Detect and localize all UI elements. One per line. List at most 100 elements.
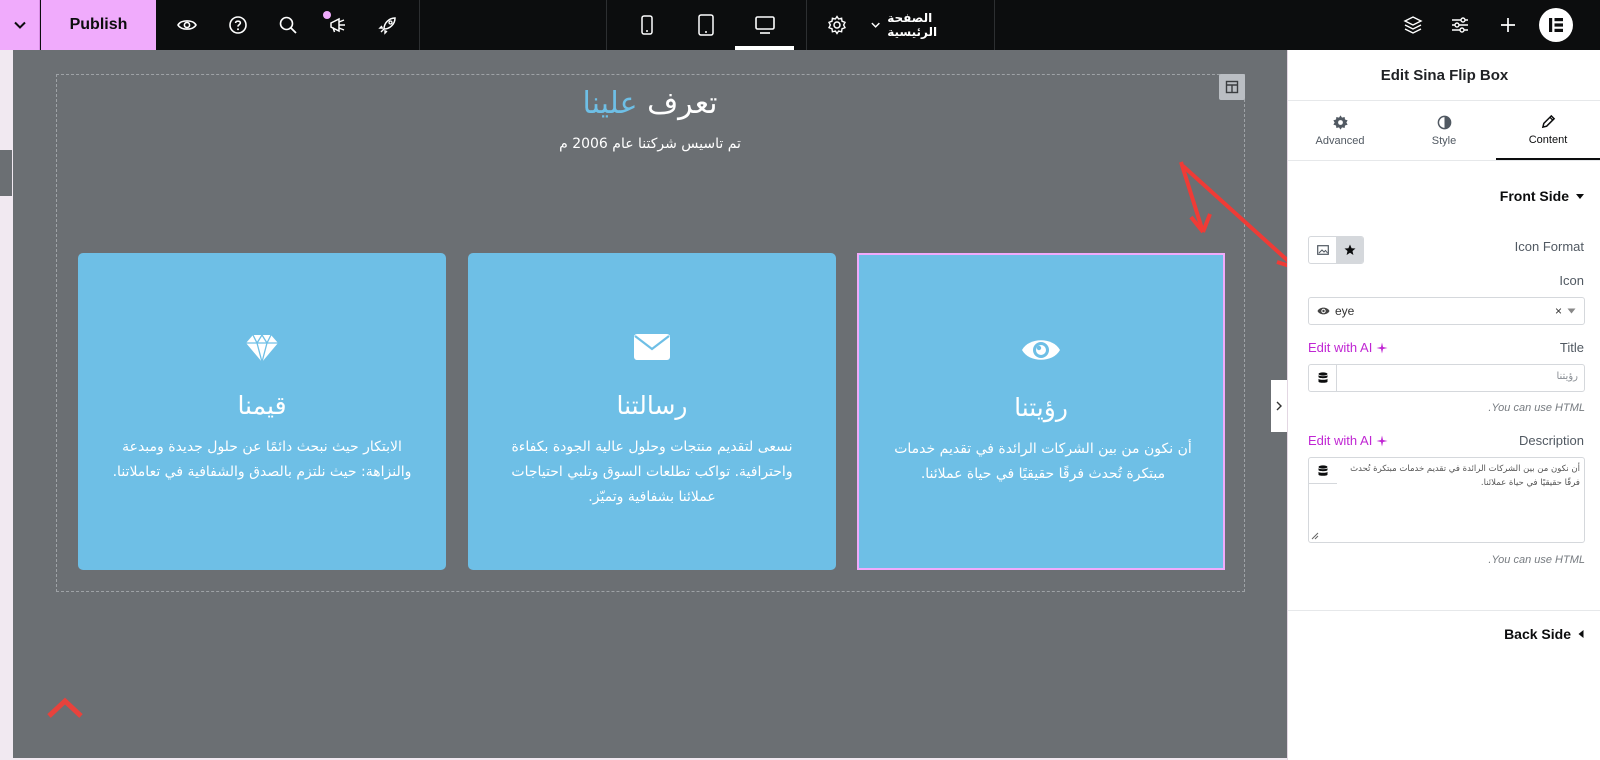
plus-icon (1501, 18, 1515, 32)
title-input[interactable]: رؤيتنا (1308, 364, 1585, 392)
help-button[interactable] (226, 13, 250, 37)
panel-title: Edit Sina Flip Box (1288, 50, 1600, 101)
publish-button[interactable]: Publish (41, 0, 156, 50)
add-element-button[interactable] (1496, 13, 1520, 37)
search-button[interactable] (276, 13, 300, 37)
tab-label: Style (1431, 135, 1457, 147)
icon-format-label: Icon Format (1514, 239, 1584, 254)
tablet-icon (698, 14, 714, 36)
gear-icon (1332, 115, 1348, 130)
database-icon (1318, 464, 1328, 476)
elementor-menu-button[interactable] (1539, 8, 1573, 42)
title-label: Title (1559, 340, 1584, 355)
flip-box-mission[interactable]: رسالتنا نسعى لتقديم منتجات وحلول عالية ا… (468, 253, 836, 570)
launch-button[interactable] (376, 13, 400, 37)
card-title: قيمنا (237, 391, 287, 420)
chevron-down-icon (13, 21, 26, 29)
tab-content[interactable]: Content (1496, 102, 1600, 160)
megaphone-icon (330, 17, 345, 33)
description-textarea[interactable]: أن نكون من بين الشركات الرائدة في تقديم … (1308, 457, 1585, 543)
toolbar-separator (806, 0, 807, 50)
star-icon (1344, 244, 1355, 255)
resize-handle-icon[interactable] (1311, 532, 1319, 540)
page-settings-button[interactable] (825, 13, 849, 37)
collapse-panel-button[interactable] (1271, 380, 1287, 432)
menu-chevron-button[interactable] (0, 0, 40, 50)
icon-picker-select[interactable]: eye × (1308, 297, 1585, 325)
top-bar: Publish الصفحة الرئيسية (0, 0, 1600, 50)
dynamic-tags-button[interactable] (1309, 365, 1337, 391)
page-name: الصفحة الرئيسية (887, 11, 938, 39)
device-tablet-button[interactable] (694, 13, 718, 37)
navigator-handle[interactable] (0, 150, 12, 196)
columns-icon (1225, 80, 1239, 94)
heading-accent: علينا (582, 86, 638, 121)
tab-label: Advanced (1315, 135, 1365, 147)
back-side-section-toggle[interactable]: Back Side (1304, 626, 1585, 642)
help-icon (229, 16, 247, 34)
flip-box-values[interactable]: قيمنا الابتكار حيث نبحث دائمًا عن حلول ج… (78, 253, 446, 570)
description-line: فرقًا حقيقيًا في حياة عملائنا. (1480, 478, 1580, 488)
flip-box-vision[interactable]: رؤيتنا أن نكون من بين الشركات الرائدة في… (857, 253, 1225, 570)
card-description: نسعى لتقديم منتجات وحلول عالية الجودة بك… (511, 439, 793, 505)
search-icon (279, 16, 297, 34)
format-image-button[interactable] (1309, 237, 1336, 263)
description-html-help: You can use HTML. (1488, 554, 1585, 566)
envelope-icon (634, 334, 670, 360)
description-label: Description (1518, 433, 1584, 448)
icon-value: eye (1335, 304, 1355, 318)
toolbar-separator (606, 0, 607, 50)
preview-button[interactable] (175, 13, 199, 37)
clear-icon[interactable]: × (1555, 304, 1562, 318)
edit-title-with-ai-button[interactable]: Edit with AI (1308, 340, 1388, 355)
description-line: أن نكون من بين الشركات الرائدة في تقديم … (1350, 464, 1580, 474)
elementor-logo-icon (1549, 18, 1563, 32)
tab-style[interactable]: Style (1392, 102, 1496, 160)
front-side-section-toggle[interactable]: Front Side (1304, 188, 1585, 204)
tab-label: Content (1528, 134, 1568, 146)
structure-button[interactable] (1401, 13, 1425, 37)
edit-ai-label: Edit with AI (1308, 340, 1373, 355)
mobile-icon (641, 15, 653, 35)
toolbar-separator (994, 0, 995, 50)
layers-icon (1403, 16, 1423, 34)
device-desktop-button[interactable] (753, 13, 777, 37)
card-icon-wrap (859, 335, 1223, 365)
section-heading: تعرف علينا (400, 86, 900, 121)
database-icon (1318, 372, 1327, 383)
card-icon-wrap (78, 333, 446, 363)
tab-advanced[interactable]: Advanced (1288, 102, 1392, 160)
edit-description-with-ai-button[interactable]: Edit with AI (1308, 433, 1388, 448)
title-value: رؤيتنا (1556, 371, 1578, 382)
device-mobile-button[interactable] (635, 13, 659, 37)
title-html-help: You can use HTML. (1488, 402, 1585, 414)
icon-format-toggle (1308, 236, 1364, 264)
gem-icon (246, 333, 278, 363)
eye-icon (1317, 307, 1330, 315)
caret-down-icon (1567, 308, 1576, 314)
card-title: رؤيتنا (1014, 393, 1068, 422)
eye-icon (177, 20, 197, 30)
section-subheading: تم تاسيس شركتنا عام 2006 م (559, 136, 741, 152)
chevron-right-icon (1276, 401, 1282, 411)
card-title: رسالتنا (616, 391, 688, 420)
chevron-down-icon (871, 22, 880, 28)
contrast-icon (1437, 115, 1451, 130)
rocket-icon (378, 17, 396, 35)
edit-ai-label: Edit with AI (1308, 433, 1373, 448)
sliders-icon (1452, 17, 1468, 33)
tabs-divider (1288, 160, 1600, 161)
format-icon-button[interactable] (1336, 237, 1363, 263)
scroll-to-top-chevron-icon[interactable] (46, 696, 84, 720)
card-description: أن نكون من بين الشركات الرائدة في تقديم … (894, 441, 1192, 482)
eye-icon (1022, 340, 1060, 360)
page-selector[interactable]: الصفحة الرئيسية (870, 0, 980, 50)
caret-down-icon (1576, 194, 1584, 199)
site-settings-button[interactable] (1448, 13, 1472, 37)
section-edit-handle[interactable] (1219, 74, 1245, 100)
sparkle-icon (1376, 342, 1388, 353)
section-title: Back Side (1504, 626, 1571, 642)
heading-main: تعرف (647, 86, 718, 121)
caret-left-icon (1578, 630, 1584, 638)
card-description: الابتكار حيث نبحث دائمًا عن حلول جديدة و… (112, 439, 412, 480)
